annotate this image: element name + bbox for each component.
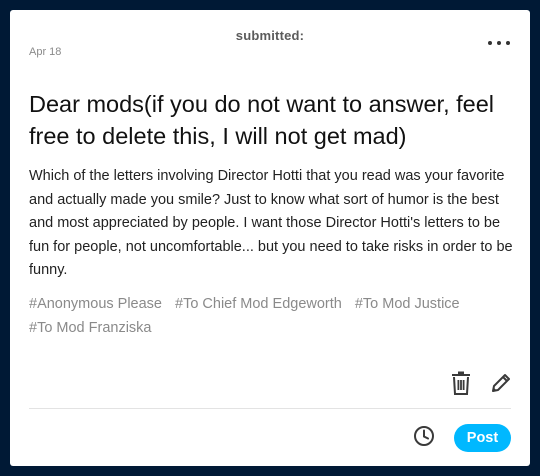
more-options-icon[interactable] (488, 35, 510, 51)
tag-link[interactable]: #To Mod Franziska (29, 317, 152, 341)
tag-link[interactable]: #To Chief Mod Edgeworth (175, 293, 342, 317)
tag-link[interactable]: #To Mod Justice (355, 293, 460, 317)
post-date: Apr 18 (29, 46, 62, 58)
post-card: submitted: Apr 18 Dear mods(if you do no… (10, 10, 530, 466)
post-button[interactable]: Post (454, 424, 511, 452)
trash-icon[interactable] (449, 371, 473, 395)
post-body: Which of the letters involving Director … (29, 168, 513, 278)
tag-list: #Anonymous Please #To Chief Mod Edgewort… (29, 293, 514, 340)
more-dot (497, 41, 501, 45)
footer-divider (29, 408, 511, 409)
submitted-label: submitted: (235, 28, 305, 43)
clock-icon[interactable] (412, 424, 436, 448)
pencil-icon[interactable] (489, 371, 513, 395)
post-title: Dear mods(if you do not want to answer, … (29, 91, 495, 149)
more-dot (488, 41, 492, 45)
tag-link[interactable]: #Anonymous Please (29, 293, 162, 317)
more-dot (506, 41, 510, 45)
